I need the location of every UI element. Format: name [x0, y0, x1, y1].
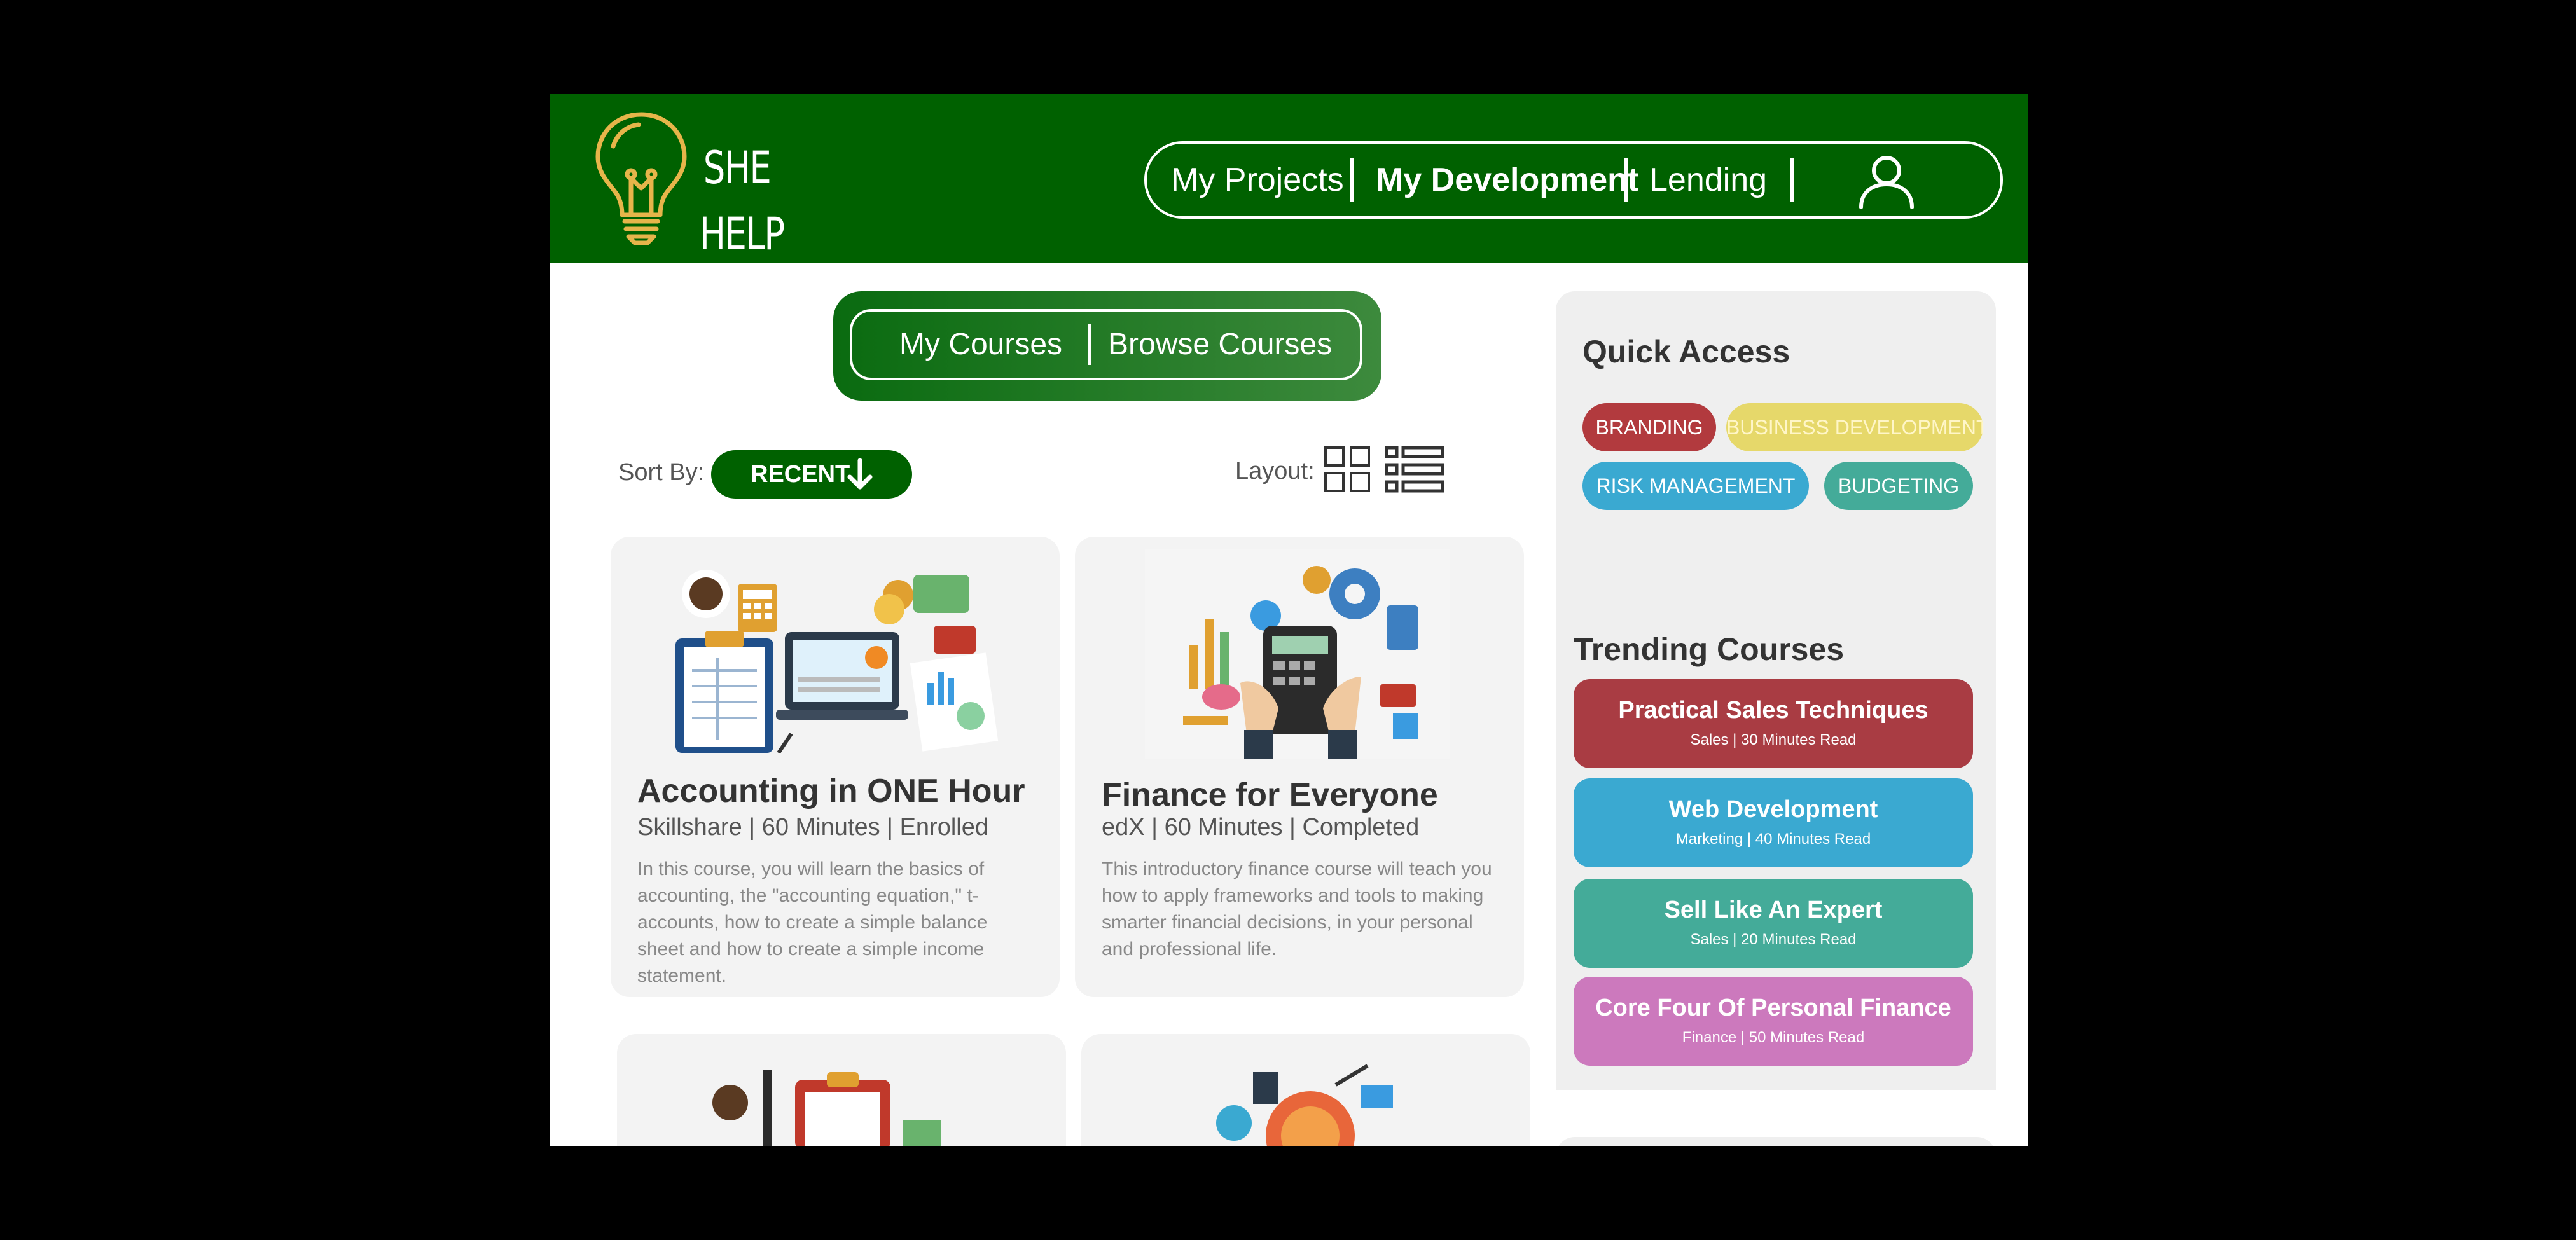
course-card[interactable] — [617, 1034, 1066, 1146]
course-card[interactable] — [1081, 1034, 1530, 1146]
trending-course-title: Core Four Of Personal Finance — [1595, 995, 1951, 1021]
course-title[interactable]: Accounting in ONE Hour — [637, 772, 1025, 810]
accounting-illustration — [675, 570, 999, 753]
quick-access-title: Quick Access — [1582, 334, 1790, 369]
tag-branding[interactable]: BRANDING — [1582, 403, 1716, 451]
lightbulb-icon — [595, 112, 687, 245]
finance-illustration — [1145, 549, 1450, 759]
user-profile-icon[interactable] — [1856, 154, 1917, 210]
course-title[interactable]: Finance for Everyone — [1102, 776, 1438, 814]
trending-courses-panel: Trending Courses Practical Sales Techniq… — [1556, 591, 1996, 1146]
course-card[interactable]: Finance for Everyone edX | 60 Minutes | … — [1075, 537, 1524, 997]
trending-course-title: Practical Sales Techniques — [1618, 697, 1929, 724]
sort-value: RECENT — [751, 461, 850, 488]
course-meta: Skillshare | 60 Minutes | Enrolled — [637, 814, 989, 841]
top-navigation: My Projects My Development Lending — [1144, 141, 2003, 219]
course-illustration — [712, 1070, 941, 1146]
list-view-icon[interactable] — [1384, 445, 1445, 493]
course-illustration — [1216, 1064, 1393, 1146]
layout-label: Layout: — [1235, 458, 1315, 485]
trending-course-title: Web Development — [1668, 796, 1878, 823]
next-panel — [1556, 1137, 1996, 1146]
course-tabs: My Courses Browse Courses — [833, 291, 1381, 401]
trending-course-item[interactable]: Practical Sales Techniques Sales | 30 Mi… — [1574, 679, 1973, 768]
trending-course-item[interactable]: Sell Like An Expert Sales | 20 Minutes R… — [1574, 879, 1973, 968]
grid-view-icon[interactable] — [1323, 445, 1371, 493]
trending-course-item[interactable]: Web Development Marketing | 40 Minutes R… — [1574, 778, 1973, 867]
trending-title: Trending Courses — [1574, 631, 1845, 667]
trending-course-meta: Sales | 20 Minutes Read — [1690, 931, 1857, 948]
nav-divider — [1624, 158, 1628, 202]
header-bar: SHE HELP My Projects My Development Lend… — [550, 94, 2028, 263]
course-meta: edX | 60 Minutes | Completed — [1102, 814, 1420, 841]
trending-course-meta: Sales | 30 Minutes Read — [1690, 731, 1857, 748]
app-window: SHE HELP My Projects My Development Lend… — [550, 94, 2028, 1146]
logo-text-line2: HELP — [700, 208, 785, 260]
trending-course-item[interactable]: Core Four Of Personal Finance Finance | … — [1574, 977, 1973, 1066]
arrow-down-icon — [847, 458, 873, 490]
tag-business-development[interactable]: BUSINESS DEVELOPMENT — [1726, 403, 1983, 451]
course-description: In this course, you will learn the basic… — [637, 858, 988, 986]
trending-course-meta: Finance | 50 Minutes Read — [1682, 1029, 1865, 1046]
tab-my-courses[interactable]: My Courses — [899, 312, 1062, 378]
course-description: This introductory finance course will te… — [1102, 858, 1492, 960]
nav-lending[interactable]: Lending — [1649, 144, 1767, 216]
trending-course-meta: Marketing | 40 Minutes Read — [1675, 830, 1871, 848]
nav-divider — [1350, 158, 1354, 202]
course-card[interactable]: Accounting in ONE Hour Skillshare | 60 M… — [611, 537, 1060, 997]
sort-recent-button[interactable]: RECENT — [711, 450, 912, 499]
logo[interactable]: SHE HELP — [592, 108, 785, 260]
tag-risk-management[interactable]: RISK MANAGEMENT — [1582, 462, 1809, 510]
tab-browse-courses[interactable]: Browse Courses — [1108, 312, 1332, 378]
nav-my-projects[interactable]: My Projects — [1171, 144, 1344, 216]
nav-divider — [1790, 158, 1794, 202]
trending-course-title: Sell Like An Expert — [1664, 897, 1883, 923]
tab-divider — [1088, 324, 1091, 365]
nav-my-development[interactable]: My Development — [1376, 144, 1638, 216]
tag-budgeting[interactable]: BUDGETING — [1824, 462, 1973, 510]
sort-label: Sort By: — [618, 459, 705, 486]
logo-text-line1: SHE — [703, 142, 772, 194]
